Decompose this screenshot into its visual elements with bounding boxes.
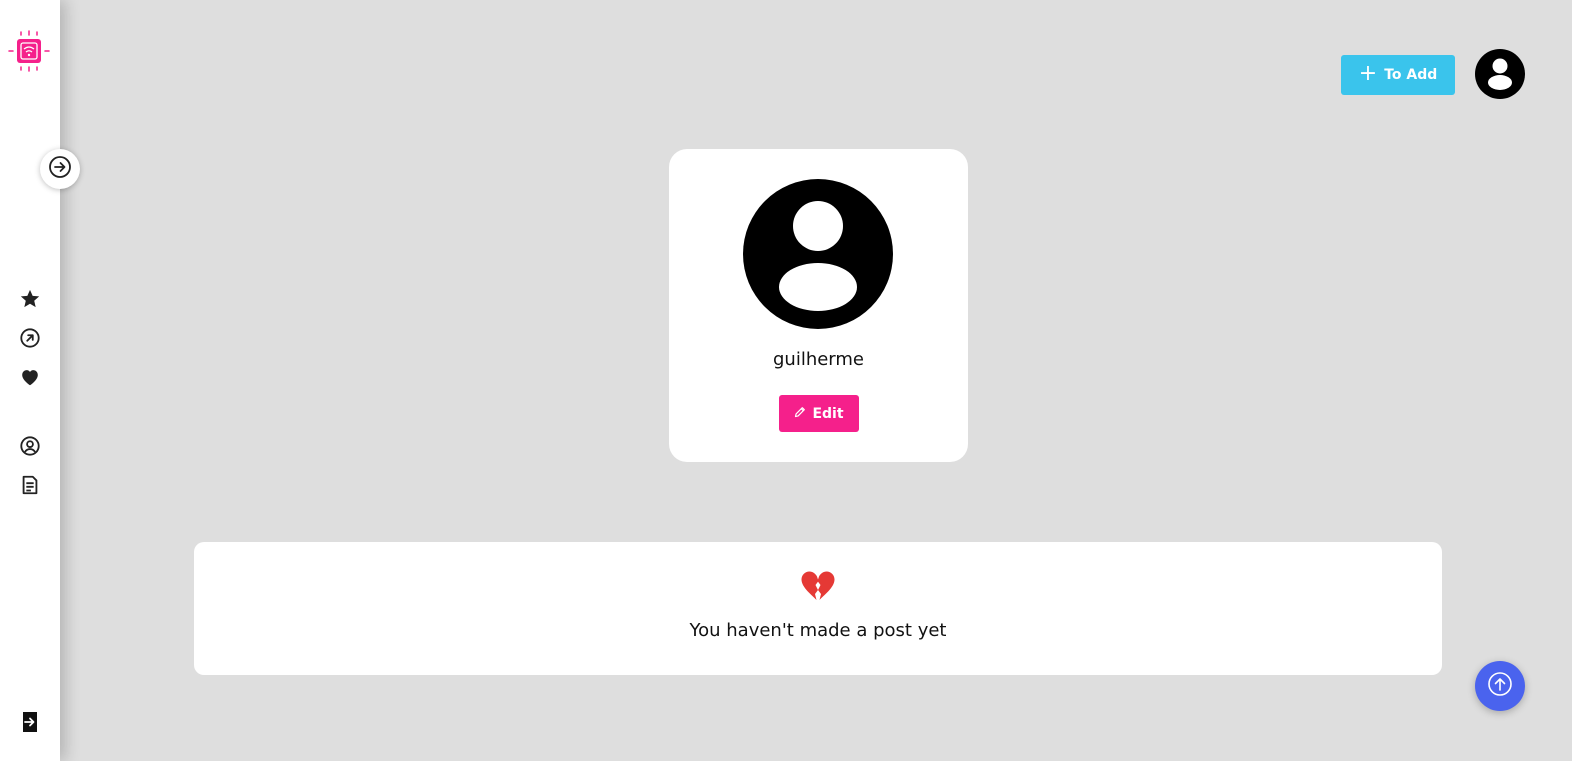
profile-avatar-icon	[743, 179, 893, 329]
scroll-to-top-button[interactable]	[1475, 661, 1525, 711]
edit-profile-button[interactable]: Edit	[779, 395, 859, 432]
add-button-label: To Add	[1384, 67, 1438, 83]
heart-icon[interactable]	[18, 365, 42, 389]
empty-posts-message: You haven't made a post yet	[689, 620, 947, 641]
sidebar-toggle-button[interactable]	[40, 149, 80, 189]
user-avatar-icon[interactable]	[1475, 49, 1525, 99]
user-circle-icon[interactable]	[18, 434, 42, 458]
profile-username: guilherme	[772, 349, 864, 370]
wifi-chip-icon[interactable]	[7, 29, 51, 73]
broken-heart-icon	[800, 568, 836, 604]
arrow-up-circle-icon	[1487, 671, 1513, 701]
document-icon[interactable]	[18, 473, 42, 497]
logout-icon[interactable]	[18, 710, 42, 734]
profile-card: guilherme Edit	[669, 149, 968, 462]
arrow-right-circle-icon	[48, 155, 72, 183]
plus-icon: +	[1358, 61, 1378, 86]
trending-arrow-circle-icon[interactable]	[18, 326, 42, 350]
pencil-icon	[794, 406, 812, 422]
star-icon[interactable]	[18, 287, 42, 311]
add-button[interactable]: + To Add	[1341, 55, 1455, 95]
sidebar	[0, 0, 60, 761]
posts-card: You haven't made a post yet	[194, 542, 1442, 675]
edit-button-label: Edit	[812, 405, 844, 422]
